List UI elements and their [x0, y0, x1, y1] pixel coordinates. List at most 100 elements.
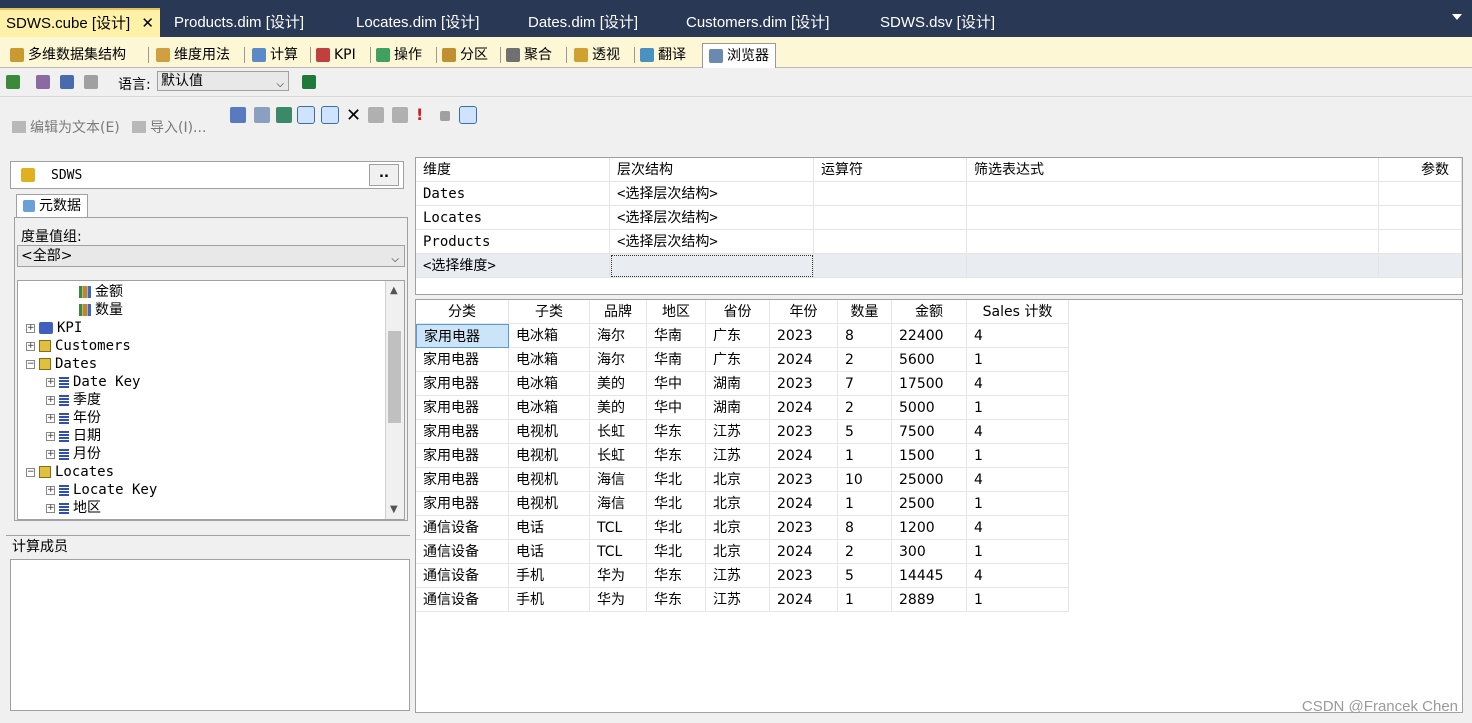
collapse-icon[interactable]: −: [26, 467, 35, 477]
data-cell[interactable]: 通信设备: [416, 564, 509, 588]
data-cell[interactable]: 家用电器: [416, 444, 509, 468]
column-header[interactable]: 年份: [770, 300, 838, 324]
tree-item[interactable]: + 日期: [46, 427, 101, 445]
metadata-tree[interactable]: ▲ ▼ 金额 数量 + KPI + Customers − Dates + Date Key + 季度…: [17, 280, 405, 520]
scroll-down-icon[interactable]: ▼: [390, 504, 398, 515]
data-cell[interactable]: 华中: [647, 372, 706, 396]
tab-list-dropdown-icon[interactable]: [1452, 14, 1462, 20]
data-cell[interactable]: 江苏: [706, 444, 770, 468]
column-header[interactable]: 品牌: [590, 300, 647, 324]
data-cell[interactable]: 1: [967, 492, 1069, 516]
data-cell[interactable]: 长虹: [590, 444, 647, 468]
data-cell[interactable]: 14445: [892, 564, 967, 588]
data-cell[interactable]: 海信: [590, 468, 647, 492]
data-cell[interactable]: 北京: [706, 492, 770, 516]
expand-icon[interactable]: +: [26, 341, 35, 351]
process-icon[interactable]: [84, 75, 98, 89]
filter-cell[interactable]: [1379, 254, 1462, 278]
tree-item[interactable]: + 地区: [46, 499, 101, 517]
data-cell[interactable]: 广东: [706, 348, 770, 372]
refresh-icon[interactable]: [392, 107, 408, 123]
data-cell[interactable]: 海尔: [590, 324, 647, 348]
data-cell[interactable]: 2024: [770, 444, 838, 468]
doc-tab-customers-dim[interactable]: Customers.dim [设计]: [686, 9, 829, 37]
measure-group-select[interactable]: <全部> ⌵: [17, 245, 405, 267]
tab-cube-structure[interactable]: 多维数据集结构: [10, 44, 126, 66]
data-cell[interactable]: 电视机: [509, 468, 590, 492]
data-cell[interactable]: 长虹: [590, 420, 647, 444]
cube-selector[interactable]: SDWS ..: [10, 161, 404, 189]
data-cell[interactable]: 5: [838, 420, 892, 444]
column-header[interactable]: Sales 计数: [967, 300, 1069, 324]
data-cell[interactable]: 广东: [706, 324, 770, 348]
data-cell[interactable]: 2023: [770, 516, 838, 540]
filter-cell[interactable]: [814, 206, 967, 230]
filter-cell[interactable]: <选择层次结构>: [610, 230, 814, 254]
data-cell[interactable]: 17500: [892, 372, 967, 396]
tree-item[interactable]: − Dates: [26, 355, 97, 373]
tree-item[interactable]: − Locates: [26, 463, 114, 481]
data-cell[interactable]: 4: [967, 564, 1069, 588]
expand-icon[interactable]: +: [46, 395, 55, 405]
data-cell[interactable]: 电视机: [509, 420, 590, 444]
data-cell[interactable]: 4: [967, 324, 1069, 348]
data-cell[interactable]: 美的: [590, 396, 647, 420]
tab-translations[interactable]: 翻译: [640, 44, 686, 66]
filter-cell[interactable]: <选择维度>: [416, 254, 610, 278]
calculated-members-area[interactable]: [10, 559, 410, 711]
data-cell[interactable]: 华东: [647, 444, 706, 468]
data-cell[interactable]: 2024: [770, 492, 838, 516]
expand-icon[interactable]: +: [46, 431, 55, 441]
data-cell[interactable]: 江苏: [706, 420, 770, 444]
data-cell[interactable]: 电冰箱: [509, 396, 590, 420]
filter-cell[interactable]: [967, 182, 1379, 206]
tree-item[interactable]: + 月份: [46, 445, 101, 463]
expand-icon[interactable]: +: [46, 449, 55, 459]
data-cell[interactable]: TCL: [590, 540, 647, 564]
data-cell[interactable]: 华北: [647, 492, 706, 516]
filter-cell[interactable]: Locates: [416, 206, 610, 230]
filter-cell[interactable]: [967, 230, 1379, 254]
data-cell[interactable]: 4: [967, 372, 1069, 396]
data-cell[interactable]: 2023: [770, 372, 838, 396]
cancel-query-icon[interactable]: [368, 107, 384, 123]
filter-cell[interactable]: Dates: [416, 182, 610, 206]
data-cell[interactable]: 8: [838, 516, 892, 540]
tree-item[interactable]: + KPI: [26, 319, 82, 337]
data-cell[interactable]: 2: [838, 396, 892, 420]
data-cell[interactable]: 5000: [892, 396, 967, 420]
data-cell[interactable]: 华北: [647, 540, 706, 564]
data-cell[interactable]: 电冰箱: [509, 372, 590, 396]
column-header[interactable]: 分类: [416, 300, 509, 324]
scroll-thumb[interactable]: [388, 331, 401, 423]
data-cell[interactable]: 北京: [706, 540, 770, 564]
excel-icon[interactable]: [302, 75, 316, 89]
data-cell[interactable]: 湖南: [706, 396, 770, 420]
data-cell[interactable]: 2023: [770, 420, 838, 444]
data-cell[interactable]: 10: [838, 468, 892, 492]
data-cell[interactable]: 海尔: [590, 348, 647, 372]
filter-cell[interactable]: [967, 206, 1379, 230]
data-cell[interactable]: 华北: [647, 468, 706, 492]
data-cell[interactable]: 1: [967, 444, 1069, 468]
data-cell[interactable]: 北京: [706, 468, 770, 492]
data-cell[interactable]: 家用电器: [416, 324, 509, 348]
filter-cell[interactable]: [814, 230, 967, 254]
data-cell[interactable]: 通信设备: [416, 588, 509, 612]
column-header[interactable]: 数量: [838, 300, 892, 324]
data-cell[interactable]: 2: [838, 348, 892, 372]
data-cell[interactable]: 手机: [509, 588, 590, 612]
data-cell[interactable]: 2889: [892, 588, 967, 612]
data-cell[interactable]: 江苏: [706, 564, 770, 588]
edit-as-text-button[interactable]: 编辑为文本(E): [12, 117, 120, 137]
tab-actions[interactable]: 操作: [376, 44, 422, 66]
data-cell[interactable]: 华为: [590, 564, 647, 588]
tab-kpi[interactable]: KPI: [316, 44, 356, 66]
expand-icon[interactable]: +: [46, 377, 55, 387]
data-cell[interactable]: 2023: [770, 468, 838, 492]
tree-item[interactable]: + Date Key: [46, 373, 140, 391]
filter-cell[interactable]: <选择层次结构>: [610, 182, 814, 206]
expand-icon[interactable]: +: [46, 485, 55, 495]
data-cell[interactable]: 2023: [770, 324, 838, 348]
data-cell[interactable]: 4: [967, 468, 1069, 492]
